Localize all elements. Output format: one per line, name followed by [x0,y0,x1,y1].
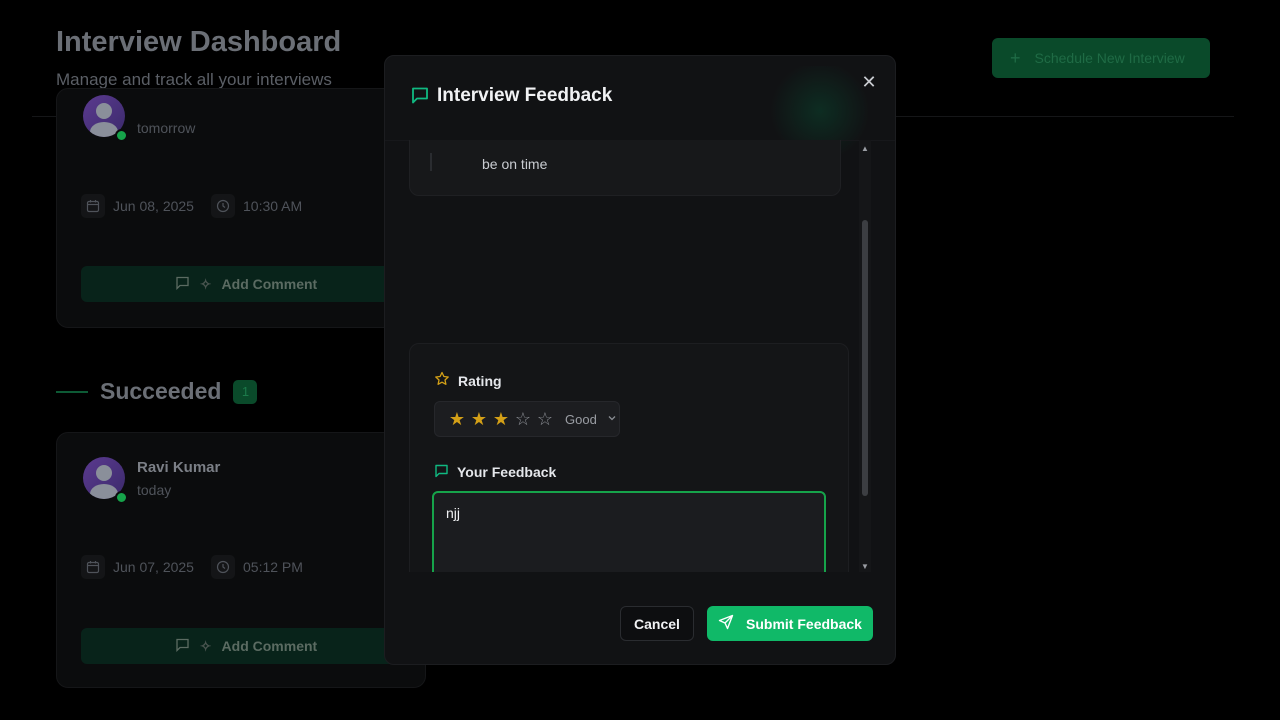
modal-scrollbar[interactable]: ▲ ▼ [859,140,871,572]
interview-date: Jun 08, 2025 [81,194,194,218]
feedback-form: Rating ★ ★ ★ ☆ ☆ Good Your Feedback [409,343,849,572]
calendar-icon [81,555,105,579]
rating-label: Rating [434,371,502,390]
submit-label: Submit Feedback [746,615,862,632]
online-status-dot [115,129,128,142]
interview-card: Ravi Kumar today Jun 07, 2025 05:12 PM ✧… [56,432,426,688]
message-icon [175,637,190,655]
time-text: 10:30 AM [243,198,303,214]
page-subtitle: Manage and track all your interviews [56,70,332,89]
comment-text: be on time [482,156,548,172]
interview-card: tomorrow Jun 08, 2025 10:30 AM ✧ Add Com… [56,88,426,328]
section-accent-bar [56,390,88,393]
date-text: Jun 07, 2025 [113,559,194,575]
scrollbar-thumb[interactable] [862,220,868,496]
date-text: Jun 08, 2025 [113,198,194,214]
chevron-down-icon [607,413,617,426]
submit-feedback-button[interactable]: Submit Feedback [707,606,873,641]
online-status-dot [115,491,128,504]
calendar-icon [81,194,105,218]
section-count-badge: 1 [233,379,258,404]
star-icon[interactable]: ☆ [535,410,555,428]
star-icon[interactable]: ★ [491,410,511,428]
feedback-label: Your Feedback [434,463,556,481]
star-icon[interactable]: ★ [469,410,489,428]
interview-date: Jun 07, 2025 [81,555,194,579]
interview-time: 10:30 AM [211,194,302,218]
feedback-textarea[interactable] [432,491,826,572]
modal-header: Interview Feedback ✕ [385,56,895,141]
add-comment-label: Add Comment [221,276,318,292]
cancel-button[interactable]: Cancel [620,606,694,641]
rating-select[interactable]: ★ ★ ★ ☆ ☆ Good [434,401,620,437]
scroll-down-arrow-icon[interactable]: ▼ [859,560,871,572]
time-text: 05:12 PM [243,559,303,575]
rating-text: Good [565,411,597,427]
feedback-label-text: Your Feedback [457,464,557,480]
star-icon[interactable]: ★ [447,410,467,428]
schedule-interview-button[interactable]: + Schedule New Interview [992,38,1210,78]
message-icon [410,85,430,110]
clock-icon [211,194,235,218]
quote-bar [430,153,432,171]
scroll-up-arrow-icon[interactable]: ▲ [859,142,871,154]
close-button[interactable]: ✕ [857,70,881,94]
interview-time: 05:12 PM [211,555,303,579]
message-icon [434,463,449,481]
previous-comment: be on time [409,140,841,196]
star-icon[interactable]: ☆ [513,410,533,428]
add-comment-button[interactable]: ✧ Add Comment [81,628,411,664]
rating-label-text: Rating [458,372,502,389]
sparkle-icon: ✧ [199,275,212,292]
schedule-button-label: Schedule New Interview [1034,50,1185,66]
message-icon [175,275,190,293]
send-icon [718,614,734,633]
succeeded-section-header: Succeeded 1 [56,378,258,405]
interview-relative-date: tomorrow [137,120,196,136]
clock-icon [211,555,235,579]
plus-icon: + [1010,47,1021,68]
interview-relative-date: today [137,482,172,498]
modal-scroll-area[interactable]: be on time Rating ★ ★ ★ ☆ ☆ Good Your Fe… [385,140,895,572]
candidate-name: Ravi Kumar [137,459,221,476]
modal-title: Interview Feedback [437,85,613,106]
add-comment-button[interactable]: ✧ Add Comment [81,266,411,302]
close-icon: ✕ [861,71,877,92]
feedback-modal: Interview Feedback ✕ be on time Rating ★… [384,55,896,665]
sparkle-icon: ✧ [199,637,212,654]
page-title: Interview Dashboard [56,26,342,58]
star-icon [434,371,450,390]
section-title: Succeeded [100,378,222,404]
add-comment-label: Add Comment [221,638,318,654]
